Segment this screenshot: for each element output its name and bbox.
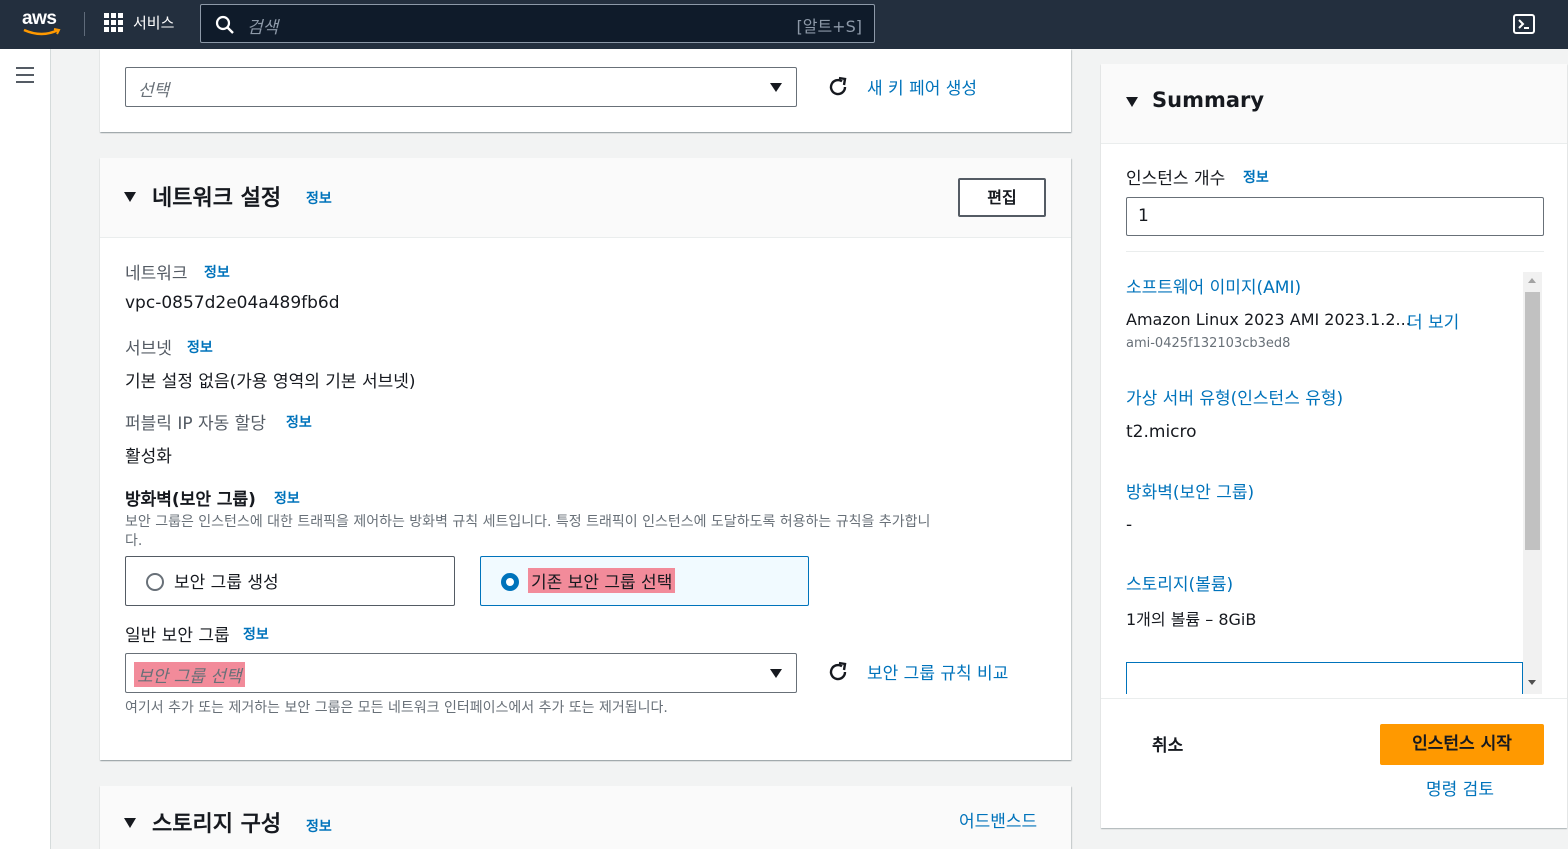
aws-logo[interactable]: aws	[22, 8, 64, 38]
search-icon	[215, 15, 234, 34]
menu-icon[interactable]	[16, 67, 34, 88]
network-label-info-link[interactable]: 정보	[204, 262, 230, 282]
security-group-hint: 여기서 추가 또는 제거하는 보안 그룹은 모든 네트워크 인터페이스에서 추가…	[125, 700, 668, 716]
security-group-select[interactable]: 보안 그룹 선택	[125, 653, 797, 693]
radio-unselected[interactable]	[146, 573, 164, 591]
search-placeholder: 검색	[247, 18, 279, 38]
scrollbar-thumb[interactable]	[1525, 292, 1540, 550]
create-security-group-option[interactable]: 보안 그룹 생성	[125, 556, 455, 606]
ami-link[interactable]: 소프트웨어 이미지(AMI)	[1126, 273, 1301, 298]
search-input[interactable]: 검색 [알트+S]	[200, 4, 875, 43]
refresh-icon[interactable]	[826, 660, 850, 684]
security-group-select-placeholder: 보안 그룹 선택	[134, 662, 245, 687]
instance-count-info-link[interactable]: 정보	[1243, 167, 1269, 187]
top-navigation: aws 서비스 검색 [알트+S]	[0, 0, 1568, 49]
divider	[1101, 698, 1567, 699]
side-rail	[0, 49, 51, 849]
public-ip-info-link[interactable]: 정보	[286, 412, 312, 432]
create-key-pair-link[interactable]: 새 키 페어 생성	[867, 74, 977, 99]
firewall-link[interactable]: 방화벽(보안 그룹)	[1126, 478, 1254, 503]
edit-button[interactable]: 편집	[958, 178, 1046, 217]
cloudshell-icon[interactable]	[1513, 14, 1535, 34]
storage-link[interactable]: 스토리지(볼륨)	[1126, 570, 1233, 595]
instance-count-input[interactable]: 1	[1126, 197, 1544, 236]
launch-instance-button[interactable]: 인스턴스 시작	[1380, 724, 1544, 765]
advanced-link[interactable]: 어드밴스드	[959, 807, 1037, 832]
collapse-caret-icon[interactable]	[124, 818, 136, 828]
caret-down-icon	[770, 83, 782, 92]
firewall-description: 보안 그룹은 인스턴스에 대한 트래픽을 제어하는 방화벽 규칙 세트입니다. …	[125, 514, 931, 530]
firewall-value: -	[1126, 515, 1133, 535]
select-existing-security-group-option[interactable]: 기존 보안 그룹 선택	[480, 556, 809, 606]
firewall-description-cont: 다.	[125, 533, 143, 549]
refresh-icon[interactable]	[826, 75, 850, 99]
subnet-info-link[interactable]: 정보	[187, 337, 213, 357]
caret-down-icon	[770, 669, 782, 678]
network-info-link[interactable]: 정보	[306, 188, 332, 208]
collapse-caret-icon[interactable]	[1126, 97, 1138, 107]
public-ip-label: 퍼블릭 IP 자동 할당	[125, 414, 266, 434]
summary-panel: Summary 인스턴스 개수 정보 1 소프트웨어 이미지(AMI) Amaz…	[1101, 64, 1567, 828]
common-security-group-info-link[interactable]: 정보	[243, 624, 269, 644]
summary-scrollbar[interactable]	[1523, 272, 1542, 694]
key-pair-panel: 선택 새 키 페어 생성	[100, 49, 1071, 132]
storage-panel: 스토리지 구성 정보 어드밴스드	[100, 786, 1071, 849]
key-pair-select[interactable]: 선택	[125, 67, 797, 107]
storage-info-link[interactable]: 정보	[306, 816, 332, 836]
grid-icon	[104, 13, 123, 32]
storage-title: 스토리지 구성	[152, 812, 282, 837]
summary-header: Summary	[1101, 64, 1567, 144]
ami-id: ami-0425f132103cb3ed8	[1126, 336, 1291, 351]
select-existing-security-group-label: 기존 보안 그룹 선택	[528, 568, 676, 593]
aws-logo-text: aws	[22, 8, 57, 29]
firewall-label: 방화벽(보안 그룹)	[125, 490, 256, 510]
network-label: 네트워크	[125, 264, 188, 284]
scroll-down-arrow-icon[interactable]	[1528, 680, 1536, 685]
aws-smile-icon	[23, 28, 61, 36]
subnet-label: 서브넷	[125, 339, 172, 359]
cancel-button[interactable]: 취소	[1152, 731, 1183, 756]
instance-count-value: 1	[1138, 206, 1149, 226]
instance-type-value: t2.micro	[1126, 422, 1197, 442]
storage-value: 1개의 볼륨 – 8GiB	[1126, 610, 1257, 629]
compare-security-group-rules-link[interactable]: 보안 그룹 규칙 비교	[867, 659, 1008, 684]
network-value: vpc-0857d2e04a489fb6d	[125, 293, 340, 313]
services-menu-button[interactable]: 서비스	[104, 12, 174, 33]
nav-divider	[84, 12, 85, 36]
divider	[1126, 251, 1544, 252]
key-pair-select-value: 선택	[138, 81, 170, 101]
firewall-info-link[interactable]: 정보	[274, 488, 300, 508]
radio-selected[interactable]	[501, 573, 519, 591]
scroll-up-arrow-icon[interactable]	[1528, 278, 1536, 283]
common-security-group-label: 일반 보안 그룹	[125, 626, 230, 646]
instance-count-label: 인스턴스 개수	[1126, 169, 1226, 189]
ami-more-link[interactable]: 더 보기	[1407, 308, 1459, 333]
create-security-group-label: 보안 그룹 생성	[174, 573, 279, 593]
free-tier-alert	[1126, 662, 1523, 694]
subnet-value: 기본 설정 없음(가용 영역의 기본 서브넷)	[125, 372, 416, 392]
review-commands-link[interactable]: 명령 검토	[1426, 775, 1494, 800]
network-settings-panel: 네트워크 설정 정보 편집 네트워크 정보 vpc-0857d2e04a489f…	[100, 158, 1071, 760]
instance-type-link[interactable]: 가상 서버 유형(인스턴스 유형)	[1126, 384, 1343, 409]
ami-value: Amazon Linux 2023 AMI 2023.1.2...	[1126, 310, 1411, 329]
summary-title: Summary	[1152, 88, 1265, 112]
network-settings-title: 네트워크 설정	[152, 186, 282, 211]
collapse-caret-icon[interactable]	[124, 192, 136, 202]
public-ip-value: 활성화	[125, 447, 172, 467]
services-label: 서비스	[133, 14, 175, 32]
search-shortcut: [알트+S]	[796, 17, 863, 36]
